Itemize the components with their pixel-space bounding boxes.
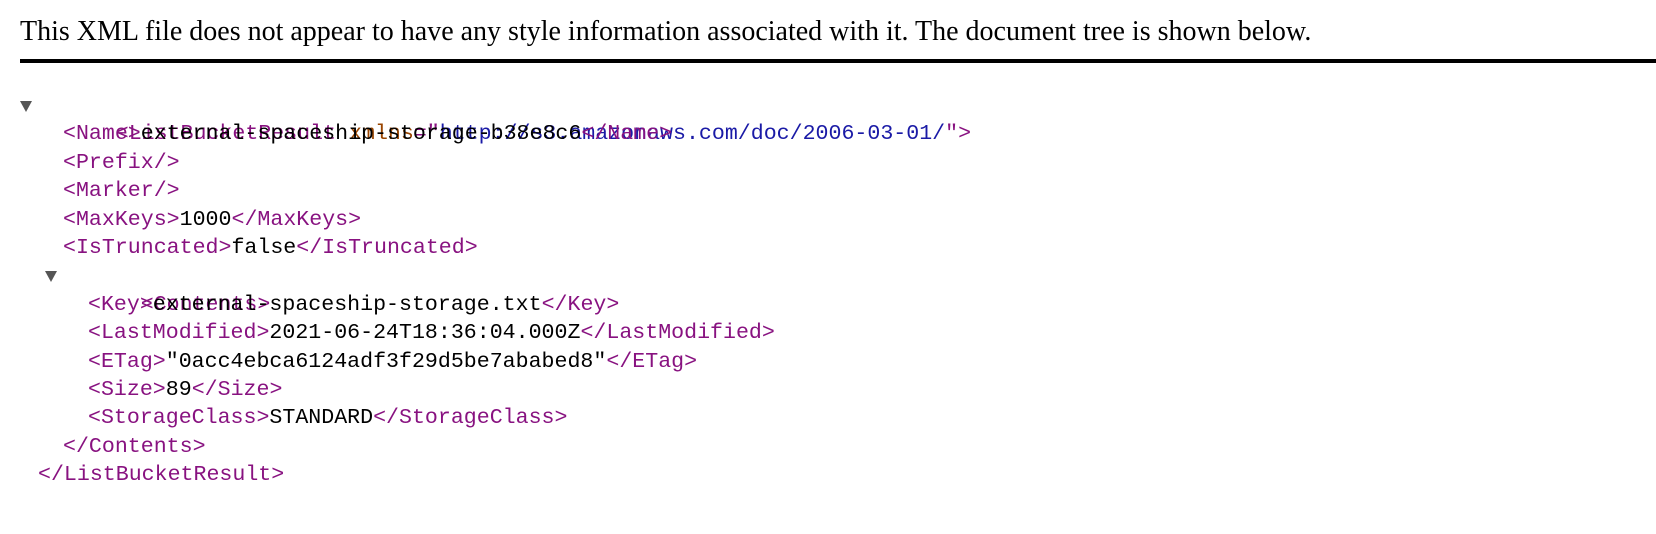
size-value: 89 — [165, 377, 192, 402]
list-bucket-result-close-line: </ListBucketResult> — [20, 461, 971, 489]
tag-size-open: <Size> — [88, 377, 166, 402]
header-divider — [20, 59, 1656, 63]
istruncated-value: false — [231, 235, 297, 260]
tag-etag-open: <ETag> — [88, 349, 166, 374]
tag-storageclass-close: </StorageClass> — [373, 406, 568, 431]
list-bucket-result-open-line: <ListBucketResult xmlns="http://s3.amazo… — [20, 92, 971, 146]
lastmodified-line: <LastModified>2021-06-24T18:36:04.000Z</… — [20, 319, 971, 347]
size-line: <Size>89</Size> — [20, 376, 971, 404]
tag-name-close: </Name> — [581, 122, 673, 147]
istruncated-line: <IsTruncated>false</IsTruncated> — [20, 234, 971, 262]
bucket-name-value: external-spaceship-storage-b38e8c6 — [140, 122, 582, 147]
xml-viewer-page: This XML file does not appear to have an… — [0, 0, 1656, 534]
tag-maxkeys-open: <MaxKeys> — [63, 207, 180, 232]
tag-etag-close: </ETag> — [606, 349, 698, 374]
key-value: external-spaceship-storage.txt — [152, 292, 542, 317]
tag-maxkeys-close: </MaxKeys> — [231, 207, 362, 232]
tag-lastmodified-open: <LastModified> — [88, 321, 270, 346]
tag-lastmodified-close: </LastModified> — [580, 321, 775, 346]
tag-size-close: </Size> — [191, 377, 283, 402]
name-line: <Name>external-spaceship-storage-b38e8c6… — [20, 120, 971, 148]
marker-line: <Marker/> — [20, 177, 971, 205]
prefix-line: <Prefix/> — [20, 149, 971, 177]
lastmodified-value: 2021-06-24T18:36:04.000Z — [269, 321, 581, 346]
tag-list-bucket-result-close: </ListBucketResult> — [38, 463, 285, 488]
maxkeys-value: 1000 — [179, 207, 232, 232]
tag-prefix: <Prefix/> — [63, 150, 180, 175]
no-style-info-message: This XML file does not appear to have an… — [20, 16, 1312, 47]
tag-name-open: <Name> — [63, 122, 141, 147]
tag-key-close: </Key> — [541, 292, 620, 317]
tag-istruncated-close: </IsTruncated> — [296, 235, 478, 260]
key-line: <Key>external-spaceship-storage.txt</Key… — [20, 291, 971, 319]
contents-open-line: <Contents> — [20, 262, 971, 317]
contents-close-line: </Contents> — [20, 433, 971, 461]
etag-line: <ETag>"0acc4ebca6124adf3f29d5be7ababed8"… — [20, 348, 971, 376]
xml-document-tree: <ListBucketResult xmlns="http://s3.amazo… — [20, 92, 971, 489]
tag-storageclass-open: <StorageClass> — [88, 406, 270, 431]
tag-istruncated-open: <IsTruncated> — [63, 235, 232, 260]
tag-contents-close: </Contents> — [63, 434, 206, 459]
etag-value: "0acc4ebca6124adf3f29d5be7ababed8" — [165, 349, 607, 374]
collapse-toggle-icon[interactable] — [45, 271, 57, 283]
tag-key-open: <Key> — [88, 292, 153, 317]
storageclass-value: STANDARD — [269, 406, 374, 431]
collapse-toggle-icon[interactable] — [20, 101, 32, 112]
maxkeys-line: <MaxKeys>1000</MaxKeys> — [20, 206, 971, 234]
storageclass-line: <StorageClass>STANDARD</StorageClass> — [20, 404, 971, 432]
tag-marker: <Marker/> — [63, 179, 180, 204]
